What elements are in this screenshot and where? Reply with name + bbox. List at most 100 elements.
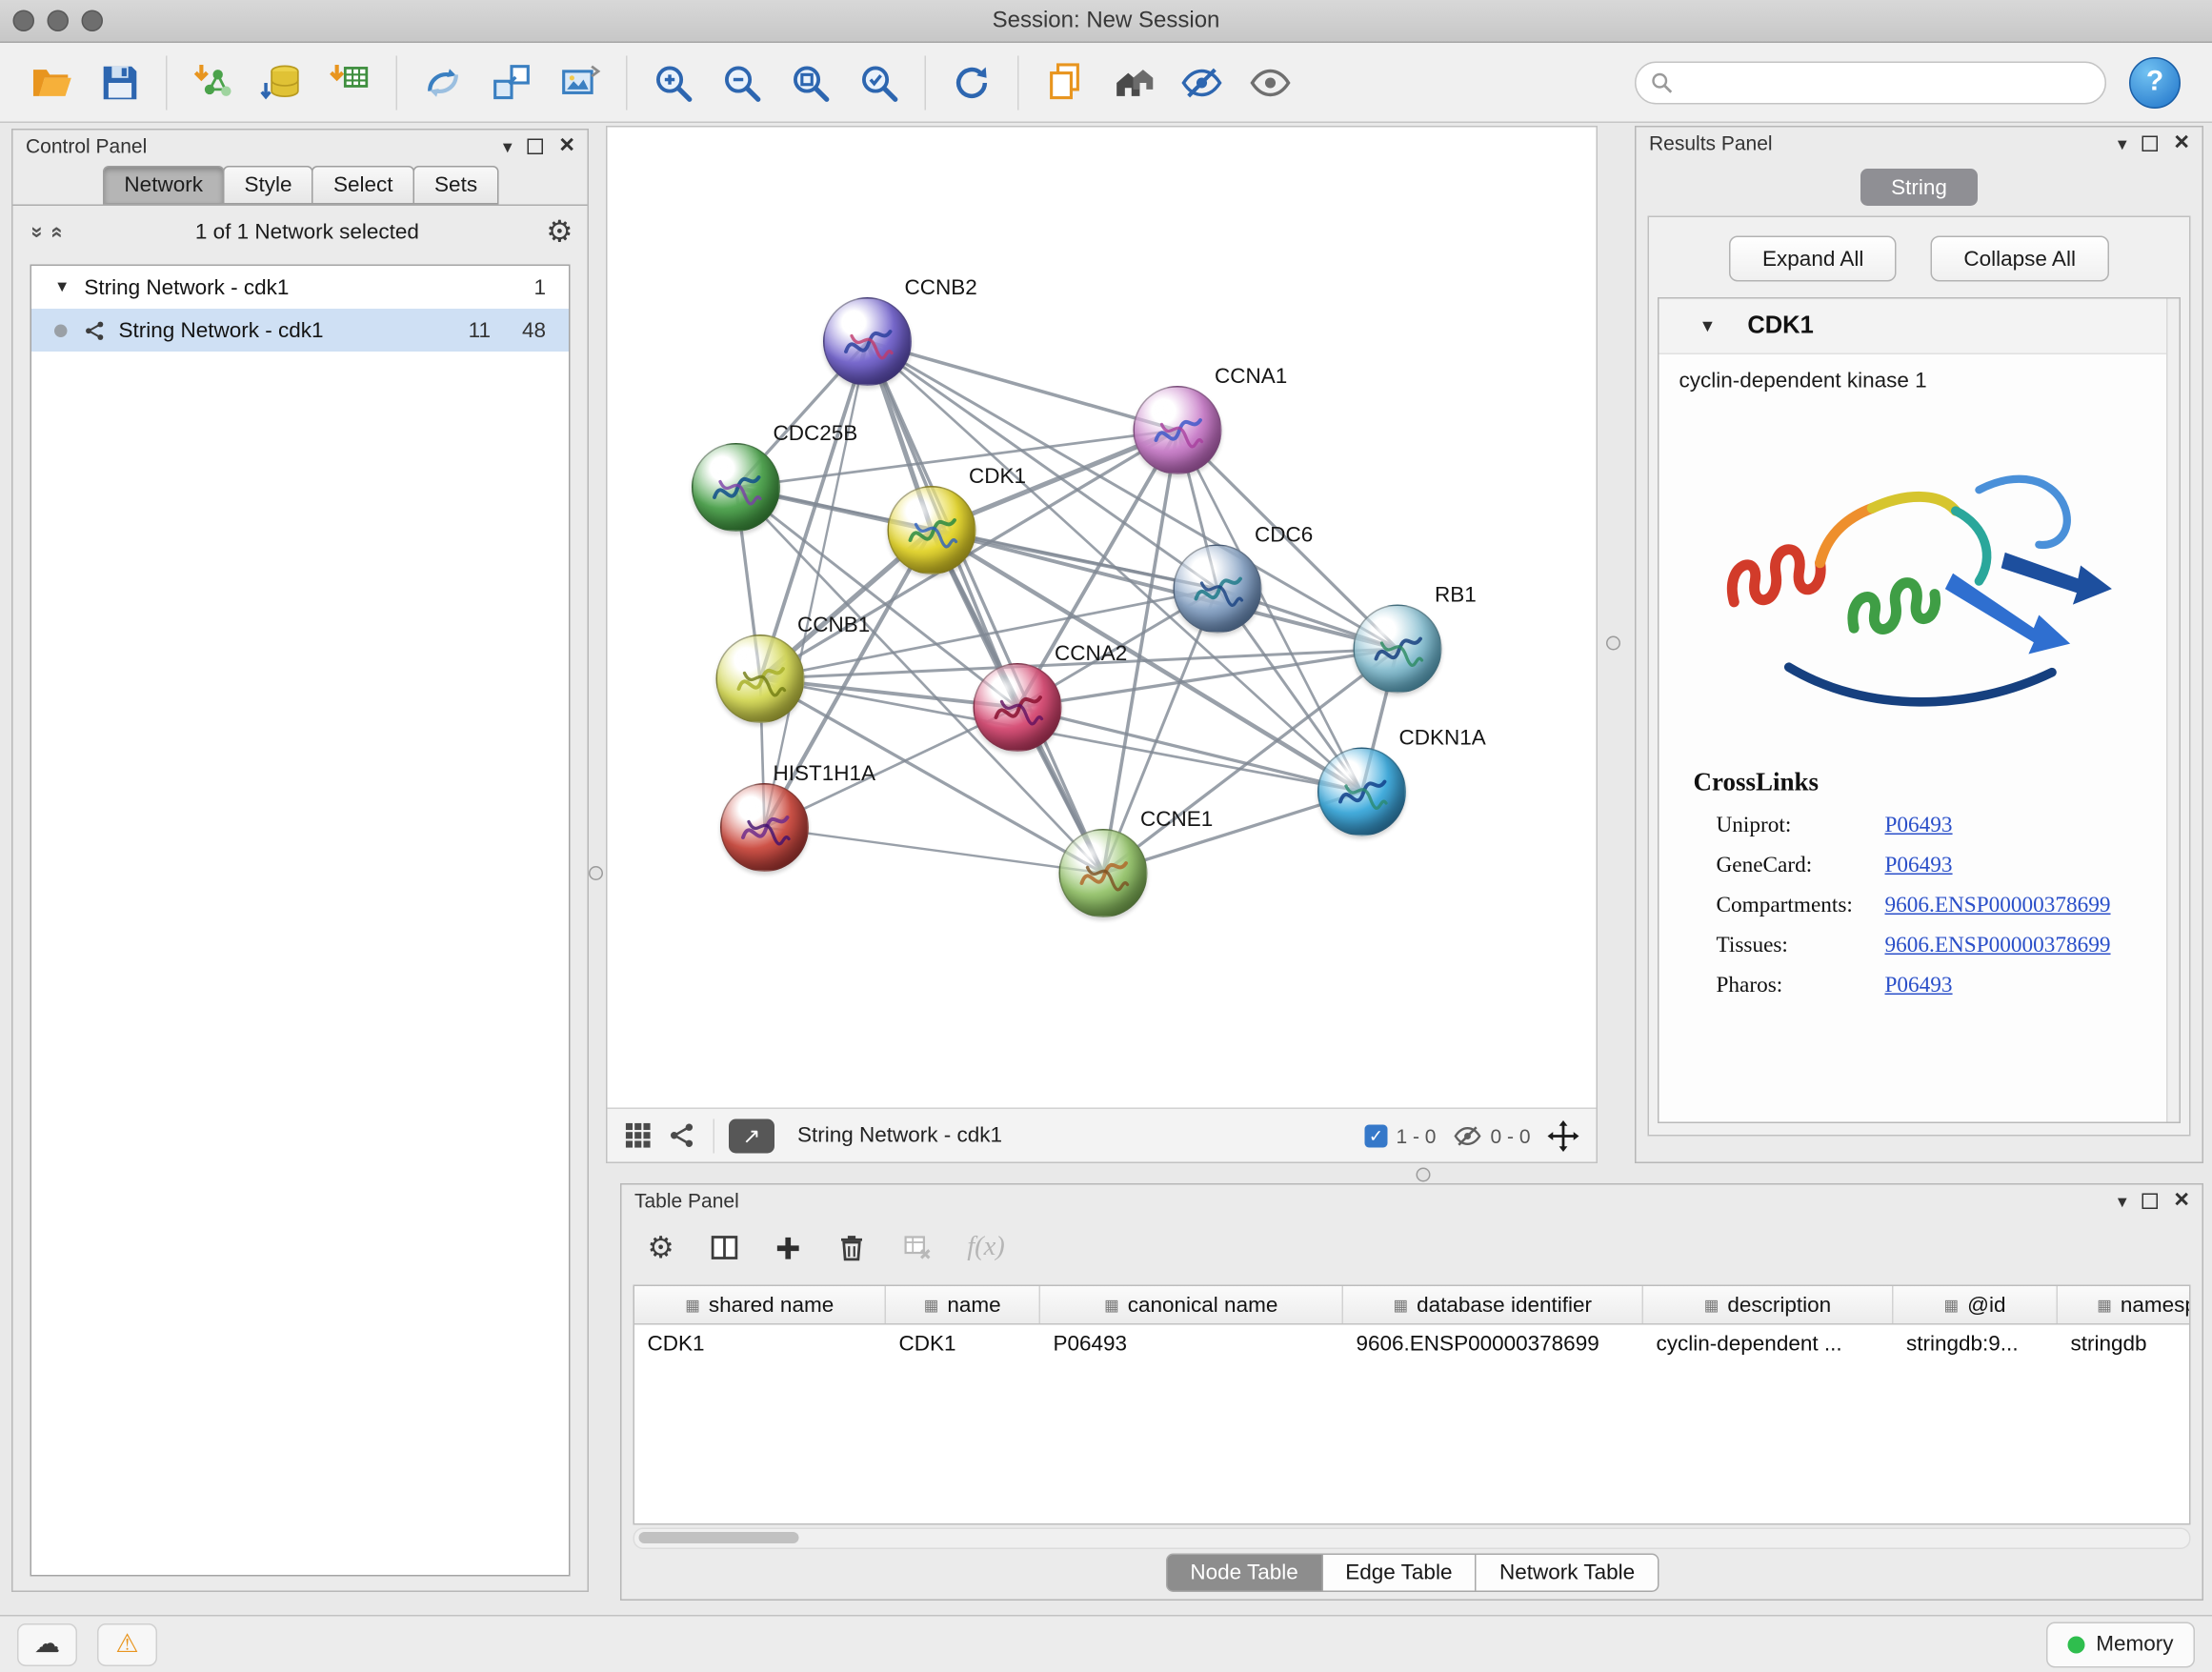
tab-node-table[interactable]: Node Table [1166, 1554, 1322, 1593]
table-cell[interactable]: CDK1 [886, 1325, 1040, 1364]
column-header[interactable]: ▦shared name [634, 1286, 886, 1323]
network-node-CCNA2[interactable] [974, 663, 1062, 752]
network-node-RB1[interactable] [1354, 605, 1442, 694]
maximize-panel-icon[interactable] [528, 138, 544, 154]
crosslink-link[interactable]: P06493 [1885, 814, 1953, 839]
network-node-CDKN1A[interactable] [1317, 748, 1406, 836]
tab-select[interactable]: Select [312, 166, 414, 205]
expand-all-button[interactable]: Expand All [1730, 236, 1897, 282]
splitter-handle[interactable] [1606, 636, 1620, 651]
disclosure-triangle-icon[interactable]: ▼ [1699, 316, 1717, 336]
table-row[interactable]: CDK1 CDK1 P06493 9606.ENSP00000378699 cy… [634, 1325, 2191, 1364]
table-panel: Table Panel ▾ × ⚙ f(x) ▦shared name [620, 1183, 2203, 1601]
table-cell[interactable]: cyclin-dependent ... [1643, 1325, 1894, 1364]
column-header[interactable]: ▦description [1643, 1286, 1894, 1323]
table-cell[interactable]: CDK1 [634, 1325, 886, 1364]
network-options-gear-icon[interactable]: ⚙ [546, 213, 573, 250]
hide-selected-eye-icon[interactable] [1175, 55, 1229, 110]
memory-button[interactable]: Memory [2046, 1622, 2195, 1667]
tab-edge-table[interactable]: Edge Table [1321, 1554, 1477, 1593]
copy-icon[interactable] [1037, 55, 1092, 110]
network-node-CDC25B[interactable] [692, 443, 780, 532]
delete-column-trash-icon[interactable] [835, 1232, 867, 1263]
maximize-panel-icon[interactable] [2142, 1193, 2159, 1209]
float-panel-icon[interactable]: ▾ [503, 136, 513, 155]
splitter-handle[interactable] [589, 866, 603, 880]
help-button[interactable]: ? [2129, 56, 2181, 108]
export-image-icon[interactable] [553, 55, 608, 110]
selected-checkbox-icon[interactable]: ✓ [1364, 1124, 1387, 1147]
network-node-CDC6[interactable] [1174, 545, 1262, 634]
table-cell[interactable]: P06493 [1040, 1325, 1343, 1364]
zoom-selected-icon[interactable] [852, 55, 906, 110]
network-node-CDK1[interactable] [888, 486, 976, 574]
results-scrollbar[interactable] [2166, 299, 2180, 1122]
horizontal-scrollbar[interactable] [633, 1528, 2191, 1550]
refresh-icon[interactable] [945, 55, 999, 110]
network-node-CCNE1[interactable] [1059, 829, 1148, 917]
cloud-status-button[interactable]: ☁ [17, 1622, 77, 1665]
new-network-selection-icon[interactable] [485, 55, 539, 110]
network-row-selected[interactable]: String Network - cdk1 11 48 [31, 309, 569, 352]
disclosure-triangle-icon[interactable]: ▼ [54, 279, 70, 296]
network-canvas[interactable]: CCNB2CCNA1CDC25BCDK1CDC6RB1CCNB1CCNA2CDK… [608, 128, 1597, 1108]
table-settings-gear-icon[interactable]: ⚙ [648, 1230, 674, 1266]
tab-style[interactable]: Style [223, 166, 313, 205]
open-session-icon[interactable] [25, 55, 79, 110]
float-panel-icon[interactable]: ▾ [2118, 133, 2127, 152]
home-icon[interactable] [1106, 55, 1160, 110]
import-table-icon[interactable] [323, 55, 377, 110]
detach-view-button[interactable]: ↗ [729, 1118, 774, 1153]
zoom-in-icon[interactable] [646, 55, 700, 110]
grid-view-icon[interactable] [625, 1122, 653, 1150]
save-session-icon[interactable] [93, 55, 148, 110]
hidden-eye-icon[interactable] [1453, 1121, 1481, 1150]
float-panel-icon[interactable]: ▾ [2118, 1191, 2127, 1210]
tab-string[interactable]: String [1860, 169, 1978, 206]
crosslink-link[interactable]: 9606.ENSP00000378699 [1885, 934, 2111, 959]
scrollbar-thumb[interactable] [639, 1532, 799, 1543]
table-cell[interactable]: 9606.ENSP00000378699 [1343, 1325, 1643, 1364]
network-node-CCNA1[interactable] [1134, 386, 1222, 474]
close-panel-icon[interactable]: × [559, 131, 574, 156]
tab-network[interactable]: Network [103, 166, 225, 205]
show-all-eye-icon[interactable] [1243, 55, 1297, 110]
crosslink-link[interactable]: 9606.ENSP00000378699 [1885, 894, 2111, 919]
protein-card-header[interactable]: ▼ CDK1 [1659, 299, 2180, 355]
warnings-button[interactable]: ⚠ [97, 1622, 157, 1665]
network-arrows-icon[interactable] [416, 55, 471, 110]
zoom-fit-icon[interactable] [783, 55, 837, 110]
zoom-out-icon[interactable] [714, 55, 769, 110]
column-header[interactable]: ▦database identifier [1343, 1286, 1643, 1323]
close-panel-icon[interactable]: × [2174, 1185, 2189, 1211]
column-header[interactable]: ▦name [886, 1286, 1040, 1323]
splitter-handle[interactable] [1417, 1168, 1431, 1182]
column-header[interactable]: ▦@id [1894, 1286, 2059, 1323]
table-cell[interactable]: stringdb [2058, 1325, 2191, 1364]
collapse-all-button[interactable]: Collapse All [1931, 236, 2109, 282]
crosslink-link[interactable]: P06493 [1885, 854, 1953, 879]
show-columns-icon[interactable] [709, 1232, 740, 1263]
pan-crosshair-icon[interactable] [1548, 1119, 1579, 1151]
function-builder-icon[interactable]: f(x) [967, 1232, 1005, 1263]
add-column-icon[interactable] [774, 1234, 802, 1261]
network-node-HIST1H1A[interactable] [720, 783, 809, 872]
column-header[interactable]: ▦canonical name [1040, 1286, 1343, 1323]
search-input[interactable] [1683, 70, 2091, 95]
network-collection-row[interactable]: ▼ String Network - cdk1 1 [31, 266, 569, 309]
import-network-file-icon[interactable] [186, 55, 240, 110]
column-header[interactable]: ▦namespace [2058, 1286, 2191, 1323]
network-node-CCNB2[interactable] [823, 297, 912, 386]
expand-all-icon[interactable]: « [46, 226, 70, 238]
network-node-CCNB1[interactable] [716, 635, 805, 723]
search-box[interactable] [1635, 61, 2106, 104]
birdseye-network-icon[interactable] [669, 1122, 696, 1150]
tab-network-table[interactable]: Network Table [1475, 1554, 1659, 1593]
tab-sets[interactable]: Sets [413, 166, 499, 205]
table-cell[interactable]: stringdb:9... [1894, 1325, 2059, 1364]
delete-table-icon[interactable] [901, 1232, 933, 1263]
import-network-database-icon[interactable] [254, 55, 309, 110]
close-panel-icon[interactable]: × [2174, 128, 2189, 153]
maximize-panel-icon[interactable] [2142, 135, 2159, 151]
crosslink-link[interactable]: P06493 [1885, 974, 1953, 999]
